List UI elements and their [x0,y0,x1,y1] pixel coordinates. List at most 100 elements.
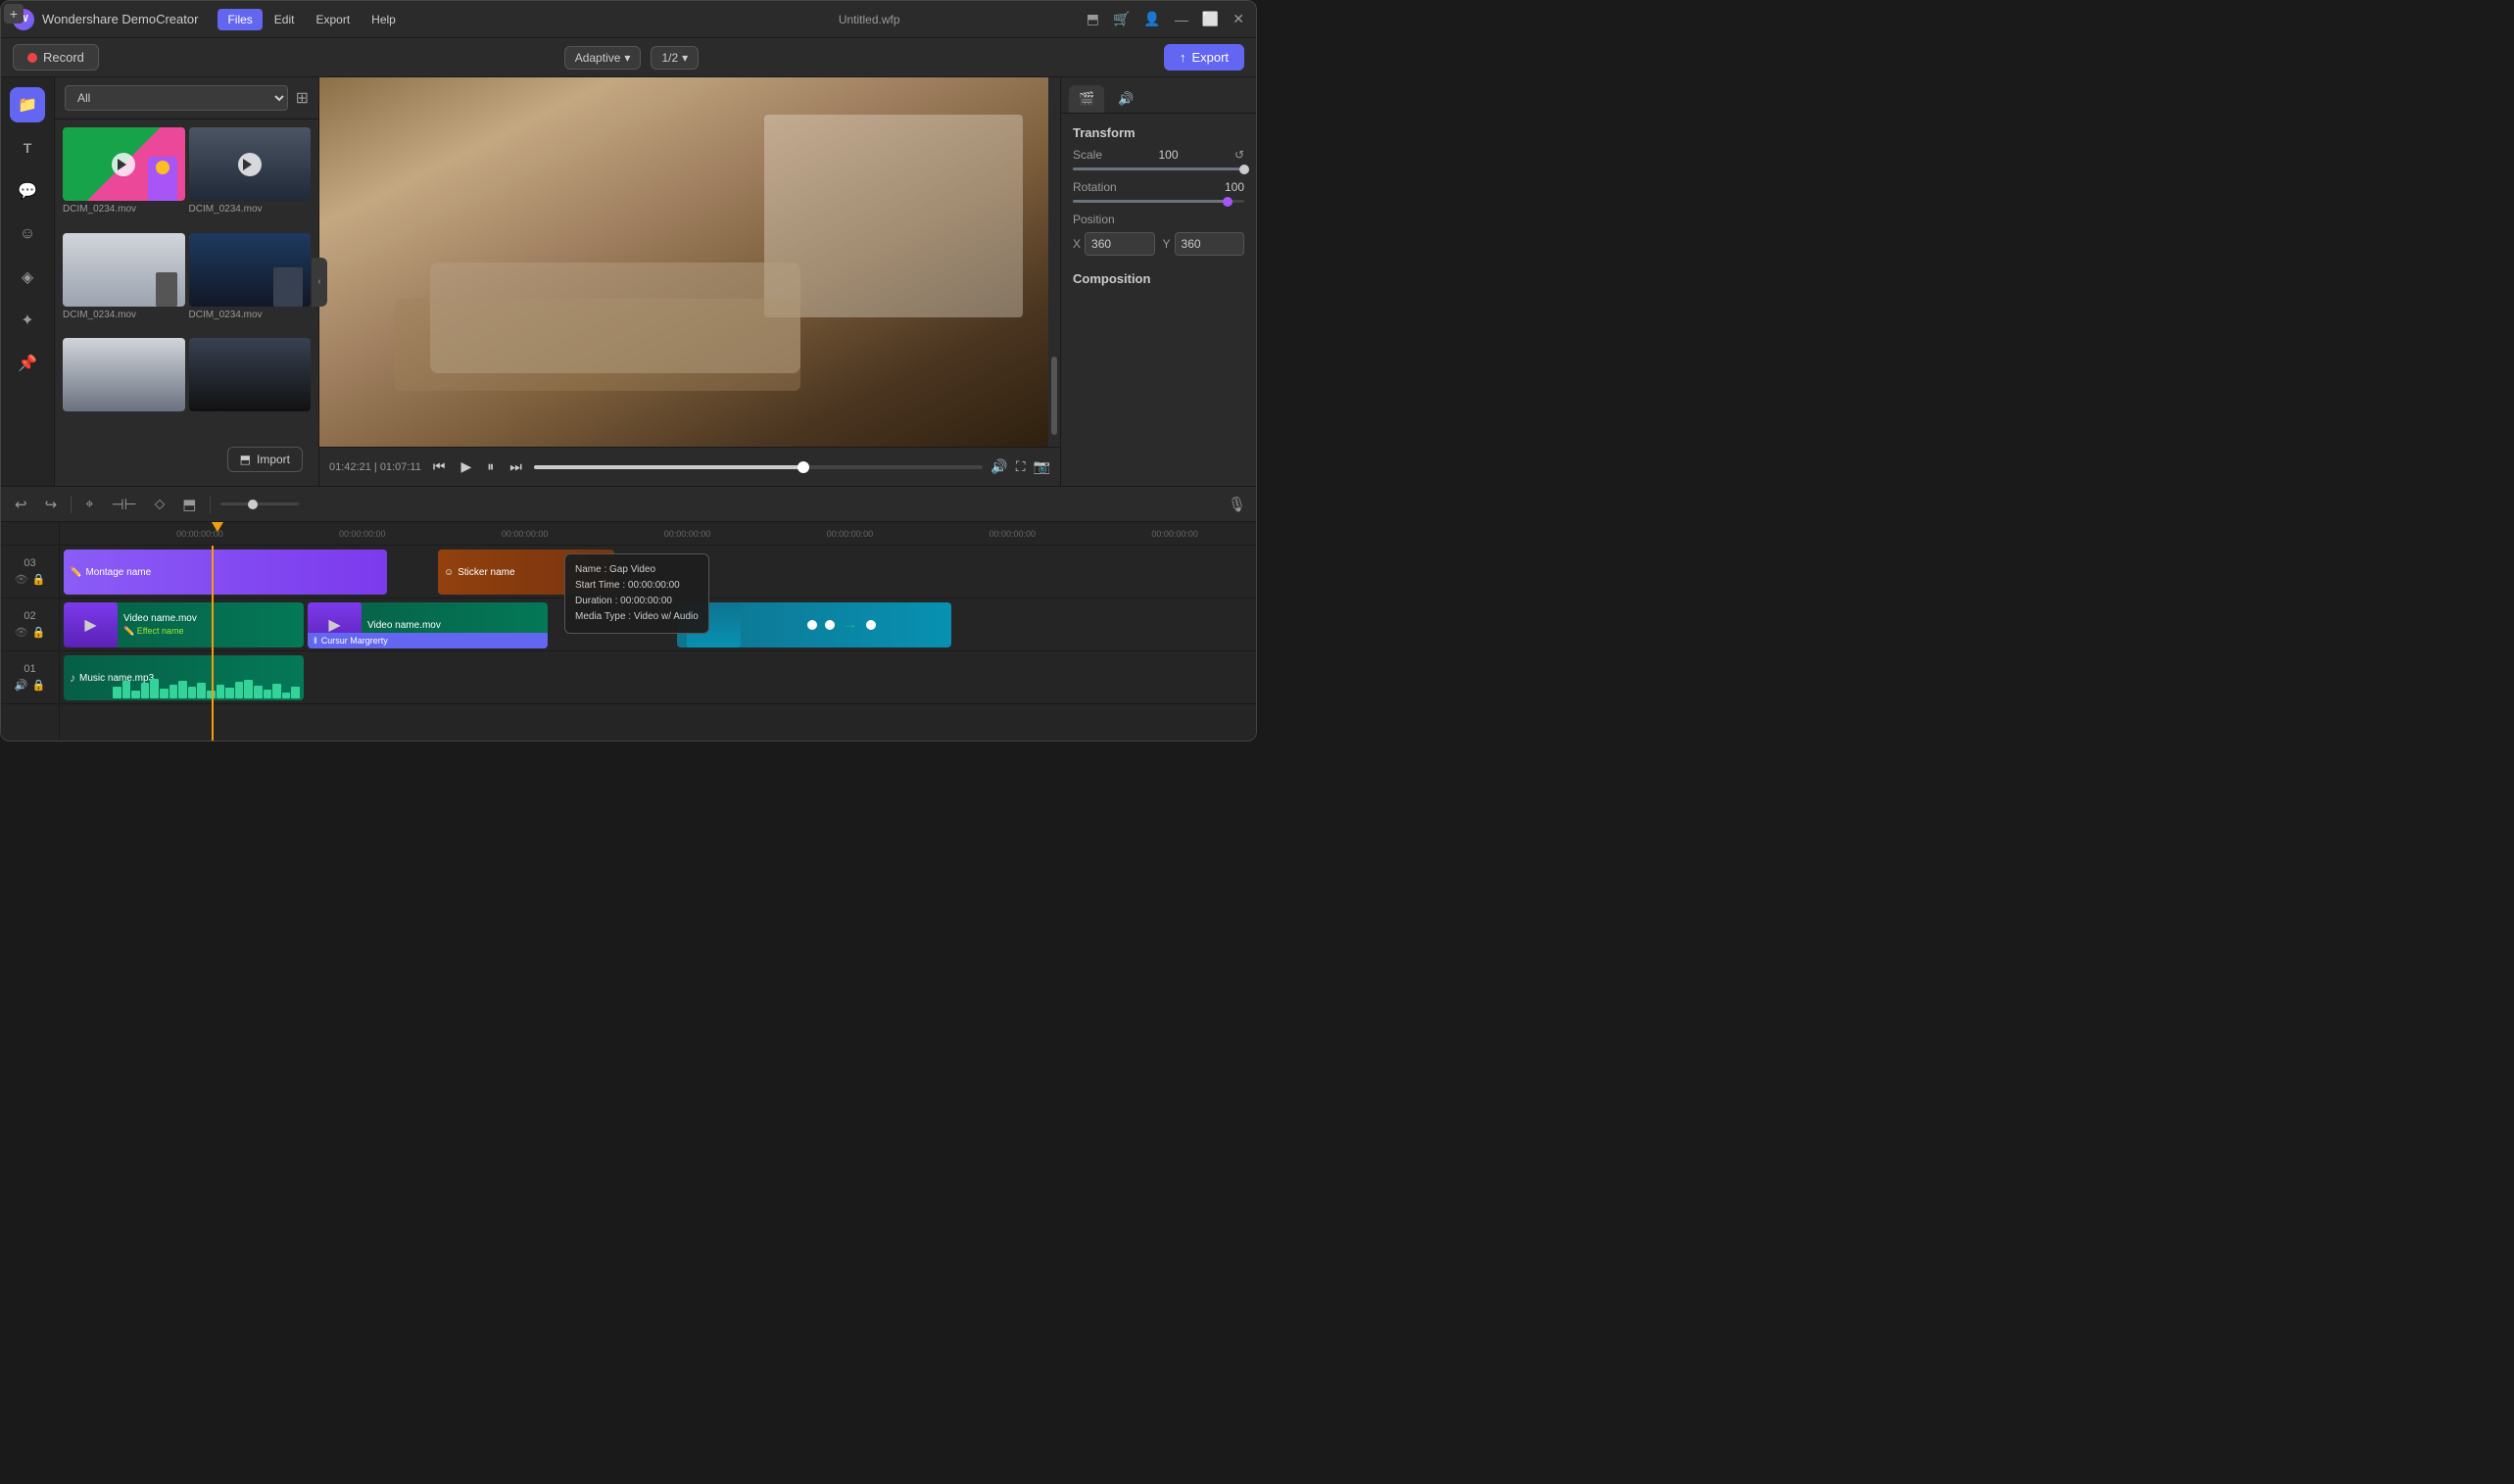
track-icons: 🔊 🔒 [15,679,45,692]
rotation-slider[interactable] [1073,200,1244,203]
ruler-mark: 00:00:00:00 [931,529,1093,539]
y-field: Y [1163,232,1245,256]
x-input[interactable] [1085,232,1154,256]
y-input[interactable] [1175,232,1244,256]
mic-button[interactable]: 🎙 [1228,496,1246,513]
split-button[interactable]: ⊣⊢ [108,494,141,515]
timeline-area: ↩ ↪ ⌖ ⊣⊢ ⬦ ⬒ 🎙 + 03 [1,486,1256,741]
progress-bar[interactable] [534,465,983,469]
progress-thumb [798,461,809,473]
adaptive-select[interactable]: Adaptive ▾ [564,46,642,70]
track-icons: 👁 🔒 [15,573,46,586]
clip-music[interactable]: ♪ Music name.mp3 [64,655,304,700]
tab-audio[interactable]: 🔊 [1108,85,1143,113]
ratio-select[interactable]: 1/2 ▾ [651,46,699,70]
rotation-row: Rotation 100 [1073,180,1244,194]
maximize-icon[interactable]: ⬜ [1202,11,1219,27]
screenshot-button[interactable]: 📷 [1034,458,1050,475]
undo-button[interactable]: ↩ [11,494,31,515]
window-controls: ⬒ 🛒 👤 — ⬜ ✕ [1087,11,1244,27]
sidebar-item-filter[interactable]: ◈ [10,260,45,295]
track-row-01: ♪ Music name.mp3 [60,651,1256,704]
media-item[interactable]: DCIM_0234.mov [189,233,312,335]
menu-edit[interactable]: Edit [265,9,305,30]
sidebar-item-emoji[interactable]: ☺ [10,216,45,252]
skip-forward-button[interactable]: ⏭ [506,456,526,477]
position-row: Position [1073,213,1244,226]
transition-button[interactable]: ⬒ [178,494,200,515]
minimize-icon[interactable]: — [1175,12,1188,27]
ruler-spacer: + [1,522,59,546]
marker-button[interactable]: ⬦ [151,494,169,514]
eye-icon[interactable]: 👁 [15,573,28,586]
panel-collapse-handle[interactable]: ‹ [312,258,327,307]
skip-back-button[interactable]: ⏮ [429,456,450,477]
profile-icon[interactable]: 👤 [1143,11,1160,27]
lock-icon[interactable]: 🔒 [32,626,46,639]
menu-files[interactable]: Files [218,9,262,30]
clip-motion[interactable]: → [677,602,951,647]
media-filter-select[interactable]: All [65,85,288,111]
video-area: 01:42:21 | 01:07:11 ⏮ ▶ ⏸ ⏭ 🔊 ⛶ 📷 [319,77,1060,486]
media-item[interactable] [63,338,185,429]
media-panel: All ⊞ [55,77,319,486]
media-item[interactable]: DCIM_0234.mov [63,127,185,229]
media-item[interactable] [189,338,312,429]
track-icons: 👁 🔒 [15,626,46,639]
ruler-mark: 00:00:00:00 [119,529,281,539]
tooltip-duration: Duration : 00:00:00:00 [575,594,699,609]
video-preview [319,77,1060,447]
media-item[interactable]: DCIM_0234.mov [63,233,185,335]
transform-section: Transform Scale 100 ↺ Rotation 100 [1073,125,1244,256]
redo-button[interactable]: ↪ [41,494,62,515]
eye-icon[interactable]: 👁 [15,626,28,639]
sidebar-item-speech[interactable]: 💬 [10,173,45,209]
lock-icon[interactable]: 🔒 [32,679,46,692]
cart-icon[interactable]: 🛒 [1113,11,1130,27]
ratio-chevron: ▾ [682,51,688,65]
media-view-toggle[interactable]: ⊞ [296,88,309,108]
play-button[interactable]: ▶ [457,456,475,477]
close-icon[interactable]: ✕ [1233,11,1244,27]
media-item[interactable]: DCIM_0234.mov [189,127,312,229]
motion-dot [825,620,835,630]
clip-montage[interactable]: ✏️ Montage name [64,550,387,595]
ruler-marks: 00:00:00:00 00:00:00:00 00:00:00:00 00:0… [119,529,1256,539]
export-button[interactable]: ↑ Export [1164,44,1244,71]
video-scrollbar[interactable] [1048,77,1060,447]
lock-icon[interactable]: 🔒 [32,573,46,586]
scale-reset[interactable]: ↺ [1234,148,1244,162]
toolbar: Record Adaptive ▾ 1/2 ▾ ↑ Export [1,38,1256,77]
app-window: W Wondershare DemoCreator Files Edit Exp… [0,0,1257,742]
track-label-03: 03 👁 🔒 [1,546,59,598]
window-title: Untitled.wfp [653,13,1087,26]
import-label: Import [257,453,290,466]
scale-slider[interactable] [1073,168,1244,170]
sidebar-item-pin[interactable]: 📌 [10,346,45,381]
composition-section: Composition [1073,271,1244,294]
menu-help[interactable]: Help [362,9,406,30]
tab-video[interactable]: 🎬 [1069,85,1104,113]
menu-export[interactable]: Export [306,9,360,30]
media-panel-header: All ⊞ [55,77,318,120]
sidebar-item-text[interactable]: T [10,130,45,166]
pause-button[interactable]: ⏸ [483,456,498,477]
trim-button[interactable]: ⌖ [81,494,97,514]
media-label: DCIM_0234.mov [189,204,312,215]
import-button[interactable]: ⬒ Import [227,447,303,472]
fullscreen-button[interactable]: ⛶ [1016,458,1026,475]
sidebar-item-effects[interactable]: ✦ [10,303,45,338]
save-icon[interactable]: ⬒ [1087,11,1099,27]
play-icon [238,153,262,176]
x-label: X [1073,237,1081,251]
motion-dot [866,620,876,630]
right-panel-tabs: 🎬 🔊 [1061,77,1256,114]
speaker-icon[interactable]: 🔊 [15,679,28,692]
rotation-value: 100 [1225,180,1244,194]
clip-video1[interactable]: ▶ Video name.mov ✏️ Effect name [64,602,304,647]
zoom-slider[interactable] [220,503,299,505]
sidebar-item-files[interactable]: 📁 [10,87,45,122]
record-button[interactable]: Record [13,44,99,71]
volume-button[interactable]: 🔊 [991,458,1007,475]
music-icon: ♪ [70,671,75,685]
